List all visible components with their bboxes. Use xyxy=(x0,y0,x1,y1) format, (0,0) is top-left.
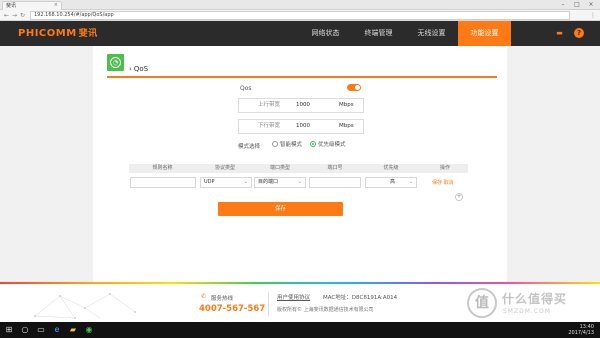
browser-tab[interactable]: 斐讯 × xyxy=(2,1,62,10)
file-explorer-icon[interactable]: ▰ xyxy=(68,325,78,335)
chevron-down-icon: ⌄ xyxy=(243,179,248,185)
mesh-decoration xyxy=(34,293,136,319)
page-title: QoS xyxy=(133,65,149,73)
browser-titlebar: 斐讯 × – □ × xyxy=(0,0,600,10)
watermark-sub: SMZDM.COM xyxy=(503,308,551,315)
chevron-down-icon: ⌄ xyxy=(408,179,413,185)
router-icon[interactable]: ▬ xyxy=(555,29,564,38)
row-actions[interactable]: 保存 取消 xyxy=(432,179,454,186)
speed-icon: ◔ xyxy=(110,57,121,68)
col-port-type: 端口类型 xyxy=(269,165,290,171)
hotline-label: 服务热线 xyxy=(211,296,234,302)
nav-device-management[interactable]: 终端管理 xyxy=(352,21,405,46)
smzdm-logo: 值 xyxy=(467,288,497,318)
port-type-select[interactable]: 目的端口 ⌄ xyxy=(254,177,306,188)
windows-start-icon[interactable]: ⊞ xyxy=(4,325,14,335)
priority-select[interactable]: 高 ⌄ xyxy=(365,177,417,188)
watermark-text: 什么值得买 xyxy=(502,292,568,306)
tab-title: 斐讯 xyxy=(6,3,17,9)
qos-toggle[interactable] xyxy=(347,84,361,91)
upload-bandwidth-label: 上行带宽 xyxy=(258,102,281,108)
port-input[interactable] xyxy=(309,177,361,188)
footer-divider xyxy=(268,292,269,316)
qos-app-icon: ◔ xyxy=(107,54,124,71)
mode-select-label: 模式选择 xyxy=(238,144,261,150)
nav-wireless-settings[interactable]: 无线设置 xyxy=(405,21,458,46)
mode-smart-radio[interactable]: 智能模式 xyxy=(272,141,302,149)
qos-toggle-label: Qos xyxy=(240,85,252,92)
reload-icon[interactable]: ↻ xyxy=(20,11,25,20)
download-bandwidth-value[interactable]: 1000 xyxy=(296,120,310,133)
help-icon[interactable]: ? xyxy=(574,28,584,38)
chevron-left-icon: ‹ xyxy=(129,65,132,73)
hotline-number: 4007-567-567 xyxy=(199,304,266,314)
back-to-apps[interactable]: ‹ QoS xyxy=(129,65,148,73)
download-bandwidth-unit: Mbps xyxy=(339,123,354,129)
close-window-icon[interactable]: × xyxy=(584,0,598,10)
search-icon[interactable]: ○ xyxy=(20,325,30,335)
chevron-down-icon: ⌄ xyxy=(297,179,302,185)
nav-feature-settings[interactable]: 功能设置 xyxy=(458,21,511,46)
col-rule-name: 规则名称 xyxy=(152,165,173,171)
windows-taskbar: ⊞ ○ ▭ e ▰ ◉ 13:40 2017/4/13 xyxy=(0,322,600,338)
address-bar-row: ← → ↻ 192.168.10.254/#/app/QoS/app ⋮ xyxy=(0,10,600,21)
edge-icon[interactable]: e xyxy=(52,325,62,335)
download-bandwidth-label: 下行带宽 xyxy=(258,123,281,129)
upload-bandwidth-unit: Mbps xyxy=(339,102,354,108)
radio-checked-icon xyxy=(310,141,316,147)
add-rule-button[interactable]: + xyxy=(455,193,463,201)
window-controls: – □ × xyxy=(556,0,598,10)
browser-menu-icon[interactable]: ⋮ xyxy=(590,11,596,20)
protocol-select[interactable]: UDP ⌄ xyxy=(200,177,252,188)
mac-address: MAC地址：D8C8191A:A014 xyxy=(323,295,398,301)
col-protocol: 协议类型 xyxy=(214,165,235,171)
back-arrow-icon[interactable]: ← xyxy=(4,11,9,20)
maximize-icon[interactable]: □ xyxy=(570,0,584,10)
copyright: 版权所有© 上海斐讯数据通信技术有限公司 xyxy=(277,307,374,313)
mode-priority-radio[interactable]: 优先级模式 xyxy=(310,141,346,149)
minimize-icon[interactable]: – xyxy=(556,0,570,10)
system-clock[interactable]: 13:40 2017/4/13 xyxy=(568,324,594,336)
task-view-icon[interactable]: ▭ xyxy=(36,325,46,335)
col-priority: 优先级 xyxy=(383,165,399,171)
top-nav: 网络状态 终端管理 无线设置 功能设置 xyxy=(299,21,511,46)
upload-bandwidth-field[interactable]: 上行带宽 1000 Mbps xyxy=(238,98,364,113)
phone-icon: ✆ xyxy=(201,293,207,300)
save-button[interactable]: 保存 xyxy=(218,202,343,216)
chrome-icon[interactable]: ◉ xyxy=(84,325,94,335)
phicomm-logo: PHICOMM 斐讯 xyxy=(18,28,98,39)
rules-table-header: 规则名称 协议类型 端口类型 端口号 优先级 操作 xyxy=(129,164,468,173)
col-port: 端口号 xyxy=(327,165,343,171)
smzdm-watermark: 值 什么值得买 SMZDM.COM xyxy=(467,288,595,320)
qos-header: ◔ ‹ QoS xyxy=(107,54,497,78)
rule-name-input[interactable] xyxy=(130,177,196,188)
user-agreement-link[interactable]: 用户使用协议 xyxy=(277,293,310,301)
forward-arrow-icon[interactable]: → xyxy=(12,11,17,20)
download-bandwidth-field[interactable]: 下行带宽 1000 Mbps xyxy=(238,119,364,134)
rainbow-divider xyxy=(0,282,600,284)
url-input[interactable]: 192.168.10.254/#/app/QoS/app xyxy=(30,11,570,20)
app-header: PHICOMM 斐讯 网络状态 终端管理 无线设置 功能设置 ▬ ? xyxy=(0,21,600,46)
close-tab-icon[interactable]: × xyxy=(54,2,58,9)
col-ops: 操作 xyxy=(439,165,450,171)
nav-network-status[interactable]: 网络状态 xyxy=(299,21,352,46)
radio-icon xyxy=(272,141,278,147)
upload-bandwidth-value[interactable]: 1000 xyxy=(296,99,310,112)
